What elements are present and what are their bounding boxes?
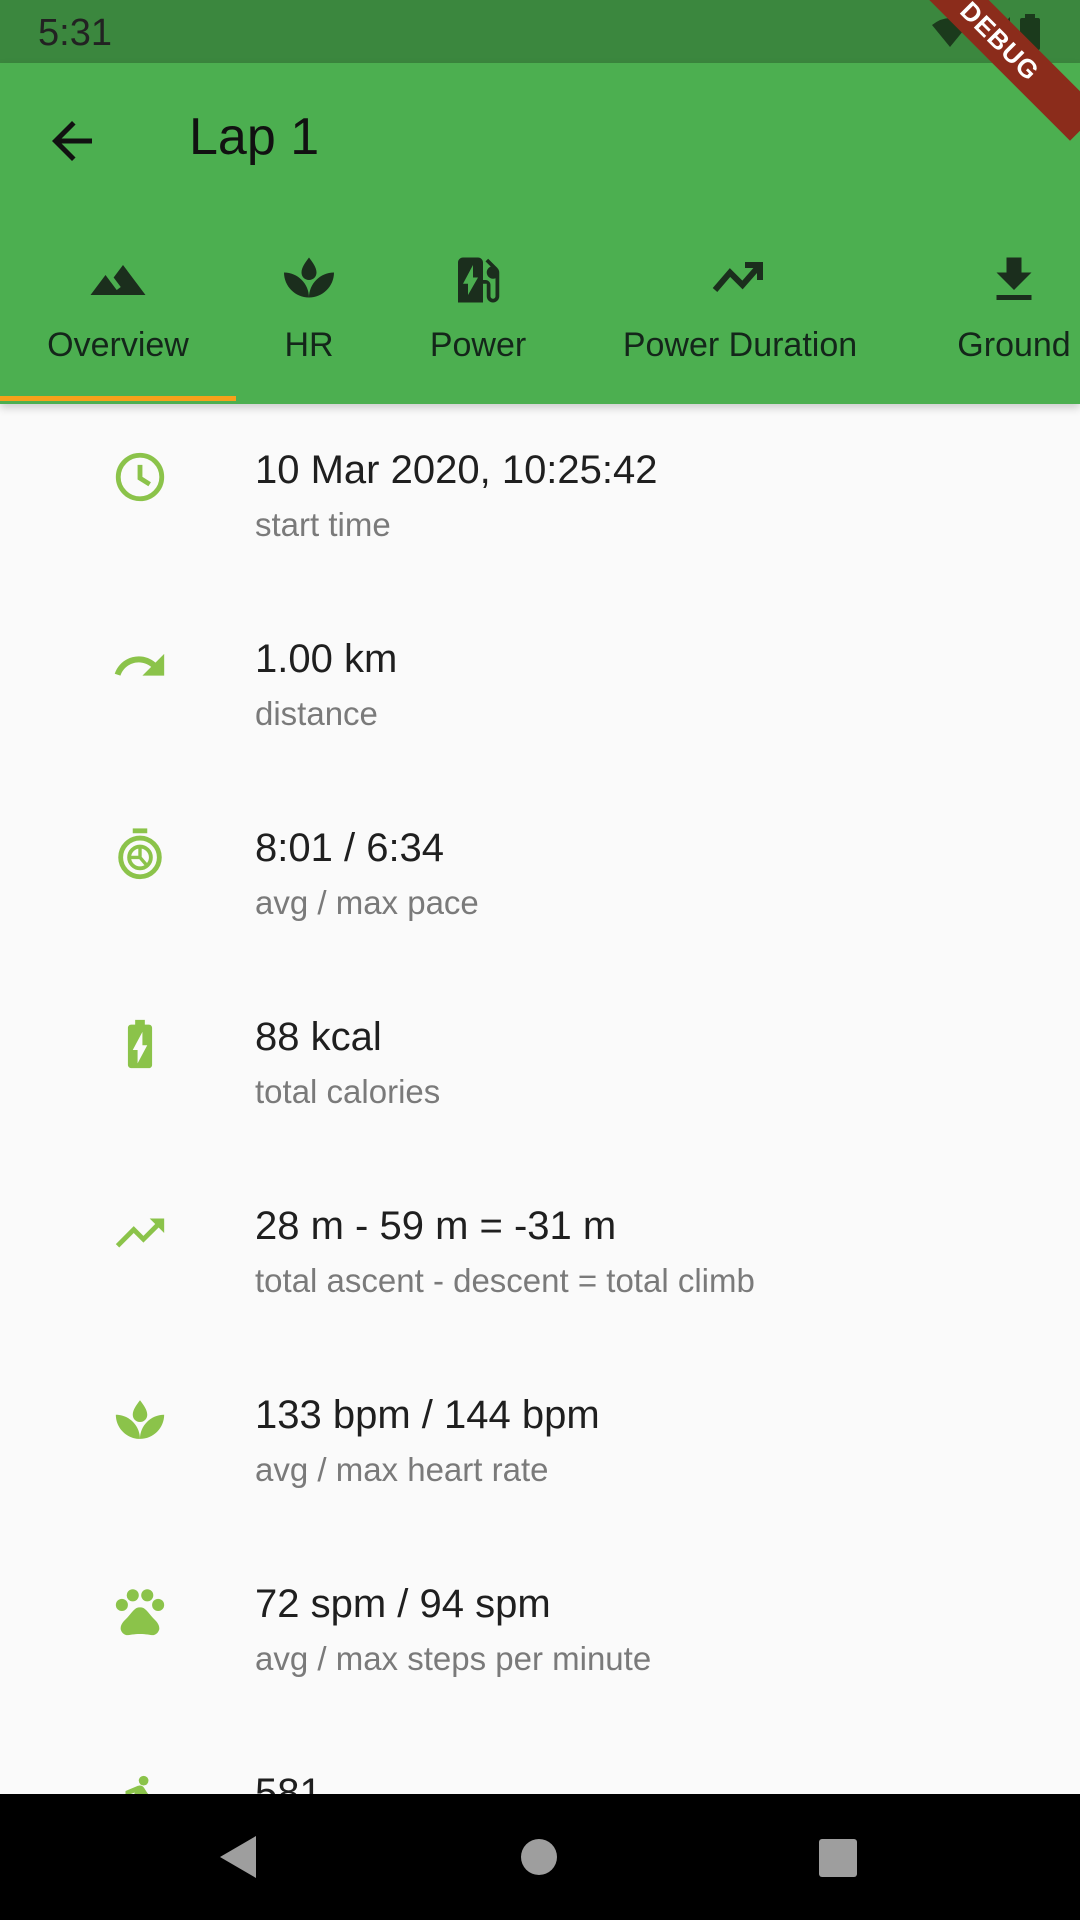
tab-label: Power Duration (622, 326, 858, 364)
clock-icon (115, 452, 165, 502)
list-item[interactable]: 10 Mar 2020, 10:25:42 start time (0, 404, 1080, 593)
debug-banner: DEBUG (920, 0, 1080, 141)
tab-indicator (0, 396, 236, 401)
battery-charging-icon (127, 1019, 153, 1069)
back-button[interactable] (42, 111, 102, 171)
timer-icon (118, 828, 162, 880)
tab-power[interactable]: Power (382, 228, 574, 404)
paw-icon (115, 1589, 165, 1636)
row-value: 10 Mar 2020, 10:25:42 (255, 448, 658, 492)
trending-icon (712, 262, 763, 292)
app-bar: Lap 1 Overview HR Power Power Duration G… (0, 63, 1080, 404)
list-item[interactable]: 72 spm / 94 spm avg / max steps per minu… (0, 1538, 1080, 1727)
redo-arrow-icon (114, 653, 165, 676)
status-time: 5:31 (38, 12, 112, 54)
row-label: total ascent - descent = total climb (255, 1262, 755, 1299)
row-value: 1.00 km (255, 637, 398, 681)
walking-icon (125, 1775, 149, 1794)
row-value: 581 (255, 1771, 322, 1794)
list-item[interactable]: 88 kcal total calories (0, 971, 1080, 1160)
page-title: Lap 1 (189, 108, 320, 166)
nav-home-icon[interactable] (520, 1838, 558, 1876)
tab-overview[interactable]: Overview (0, 228, 236, 404)
status-bar: 5:31 (0, 0, 1080, 63)
nav-back-icon[interactable] (216, 1834, 260, 1880)
download-icon (996, 257, 1032, 300)
spa-icon (115, 1400, 165, 1439)
row-label: start time (255, 506, 391, 543)
ev-station-icon (458, 257, 500, 303)
row-label: avg / max pace (255, 884, 479, 921)
tab-label: Ground (957, 326, 1071, 364)
list-item[interactable]: 8:01 / 6:34 avg / max pace (0, 782, 1080, 971)
tab-hr[interactable]: HR (236, 228, 382, 404)
row-value: 133 bpm / 144 bpm (255, 1393, 600, 1437)
list-item[interactable]: 1.00 km distance (0, 593, 1080, 782)
system-nav-bar (0, 1794, 1080, 1920)
nav-recents-icon[interactable] (818, 1838, 858, 1878)
tab-bar: Overview HR Power Power Duration Ground (0, 228, 1080, 404)
row-label: distance (255, 695, 378, 732)
leaf-icon (284, 257, 334, 298)
row-value: 28 m - 59 m = -31 m (255, 1204, 617, 1248)
overview-list: 10 Mar 2020, 10:25:42 start time 1.00 km… (0, 404, 1080, 1794)
row-value: 72 spm / 94 spm (255, 1582, 551, 1626)
row-value: 88 kcal (255, 1015, 382, 1059)
mountain-icon (90, 265, 146, 295)
tab-ground[interactable]: Ground (906, 228, 1080, 404)
row-value: 8:01 / 6:34 (255, 826, 445, 870)
row-label: total calories (255, 1073, 441, 1110)
tab-label: HR (284, 326, 334, 364)
debug-banner-clip: DEBUG (920, 0, 1080, 160)
tab-power-duration[interactable]: Power Duration (574, 228, 906, 404)
tab-label: Power (429, 326, 527, 364)
tab-label: Overview (47, 326, 189, 364)
arrow-back-icon (52, 121, 92, 161)
row-label: avg / max steps per minute (255, 1640, 652, 1677)
list-item[interactable]: 581 (0, 1727, 1080, 1794)
list-item[interactable]: 28 m - 59 m = -31 m total ascent - desce… (0, 1160, 1080, 1349)
list-item[interactable]: 133 bpm / 144 bpm avg / max heart rate (0, 1349, 1080, 1538)
trending-up-icon (115, 1218, 165, 1248)
row-label: avg / max heart rate (255, 1451, 549, 1488)
